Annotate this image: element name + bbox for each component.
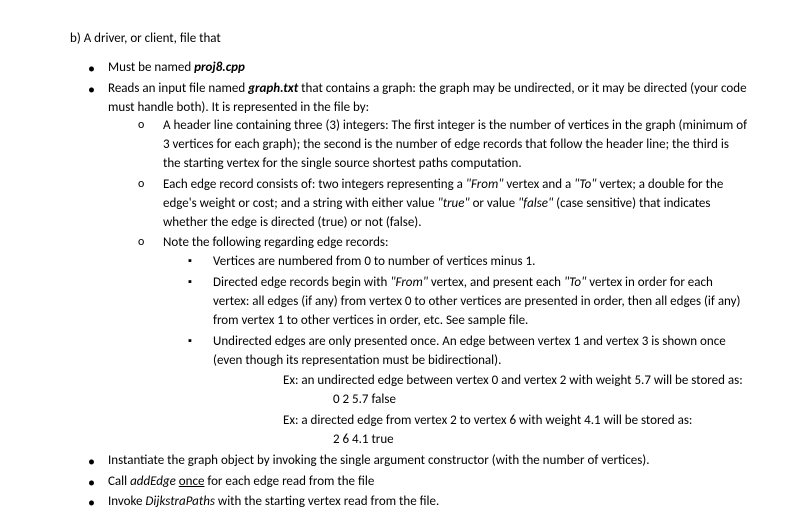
emphasis: once bbox=[179, 474, 205, 489]
square-list: Vertices are numbered from 0 to number o… bbox=[163, 253, 749, 449]
function-name: DijkstraPaths bbox=[145, 494, 215, 509]
circle-item: Note the following regarding edge record… bbox=[163, 234, 749, 449]
text: Invoke bbox=[108, 494, 145, 509]
text: for each edge read from the file bbox=[204, 474, 374, 489]
text: Reads an input file named bbox=[108, 81, 248, 96]
file-name: graph.txt bbox=[248, 81, 298, 96]
file-name: proj8.cpp bbox=[194, 60, 245, 75]
text: Must be named bbox=[108, 60, 194, 75]
square-item: Undirected edges are only presented once… bbox=[213, 333, 749, 450]
bullet-item: Invoke DijkstraPaths with the starting v… bbox=[108, 493, 749, 512]
text: Call bbox=[108, 474, 130, 489]
quoted-term: "To" bbox=[564, 275, 586, 290]
text: with the starting vertex read from the f… bbox=[215, 494, 439, 509]
text: vertex and a bbox=[503, 177, 574, 192]
bullet-item: Call addEdge once for each edge read fro… bbox=[108, 473, 749, 492]
circle-item: Each edge record consists of: two intege… bbox=[163, 176, 749, 233]
section-heading: b) A driver, or client, file that bbox=[70, 30, 749, 49]
example-code: 0 2 5.7 false bbox=[333, 391, 749, 410]
circle-item: A header line containing three (3) integ… bbox=[163, 117, 749, 174]
bullet-item: Must be named proj8.cpp bbox=[108, 59, 749, 78]
square-item: Vertices are numbered from 0 to number o… bbox=[213, 253, 749, 272]
function-name: addEdge bbox=[130, 474, 176, 489]
bullet-item: Reads an input file named graph.txt that… bbox=[108, 80, 749, 450]
square-item: Directed edge records begin with "From" … bbox=[213, 274, 749, 331]
bullet-list: Must be named proj8.cpp Reads an input f… bbox=[70, 59, 749, 512]
example-code: 2 6 4.1 true bbox=[333, 431, 749, 450]
example-block: Ex: a directed edge from vertex 2 to ver… bbox=[283, 412, 749, 450]
quoted-term: "false" bbox=[518, 196, 553, 211]
bullet-item: Instantiate the graph object by invoking… bbox=[108, 452, 749, 471]
quoted-term: "true" bbox=[438, 196, 470, 211]
example-line: Ex: an undirected edge between vertex 0 … bbox=[283, 372, 749, 391]
circle-list: A header line containing three (3) integ… bbox=[108, 117, 749, 449]
example-block: Ex: an undirected edge between vertex 0 … bbox=[283, 372, 749, 410]
text: Each edge record consists of: two intege… bbox=[163, 177, 466, 192]
quoted-term: "To" bbox=[574, 177, 596, 192]
text: or value bbox=[470, 196, 518, 211]
text: Undirected edges are only presented once… bbox=[213, 334, 726, 368]
example-line: Ex: a directed edge from vertex 2 to ver… bbox=[283, 412, 749, 431]
quoted-term: "From" bbox=[466, 177, 504, 192]
text: vertex, and present each bbox=[428, 275, 564, 290]
quoted-term: "From" bbox=[390, 275, 428, 290]
text: Note the following regarding edge record… bbox=[163, 235, 388, 250]
text: Directed edge records begin with bbox=[213, 275, 390, 290]
